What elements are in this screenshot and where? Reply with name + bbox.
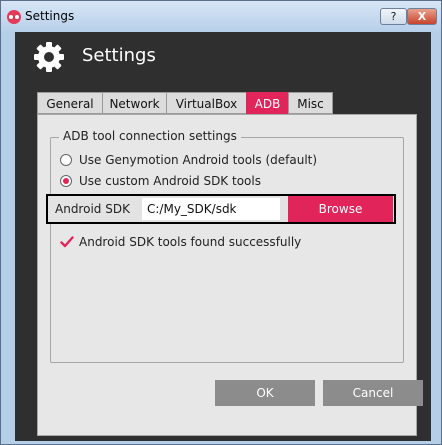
android-sdk-path-input[interactable] [142,198,280,220]
settings-header: Settings [15,32,431,82]
radio-button-selected[interactable] [60,175,72,187]
page-title: Settings [82,45,156,66]
help-button[interactable]: ? [380,8,407,25]
gear-icon [34,42,64,72]
browse-button[interactable]: Browse [288,196,393,222]
radio-button[interactable] [60,154,72,166]
tab-network[interactable]: Network [102,92,167,114]
settings-content: General Network VirtualBox ADB Misc ADB … [15,82,431,441]
tab-virtualbox[interactable]: VirtualBox [166,92,247,114]
adb-connection-group: ADB tool connection settings Use Genymot… [46,129,404,363]
group-title: ADB tool connection settings [59,129,241,143]
adb-tab-panel: ADB tool connection settings Use Genymot… [37,114,423,436]
dialog-client: Settings General Network VirtualBox ADB … [15,32,431,441]
ok-button[interactable]: OK [215,380,315,406]
radio-label: Use custom Android SDK tools [79,174,261,188]
android-sdk-label: Android SDK [55,202,130,216]
check-icon [60,236,74,248]
tab-general[interactable]: General [37,92,103,114]
android-sdk-row: Android SDK Browse [46,194,396,224]
settings-window: Settings ? X Settings General Network Vi… [0,0,442,445]
tab-adb[interactable]: ADB [246,92,289,114]
close-button[interactable]: X [407,8,437,25]
tab-misc[interactable]: Misc [288,92,333,114]
genymotion-logo-icon [7,10,21,24]
cancel-button[interactable]: Cancel [323,380,423,406]
sdk-status-text: Android SDK tools found successfully [79,235,302,249]
radio-label: Use Genymotion Android tools (default) [79,153,318,167]
title-bar[interactable]: Settings ? X [1,1,441,31]
window-title: Settings [25,9,75,23]
